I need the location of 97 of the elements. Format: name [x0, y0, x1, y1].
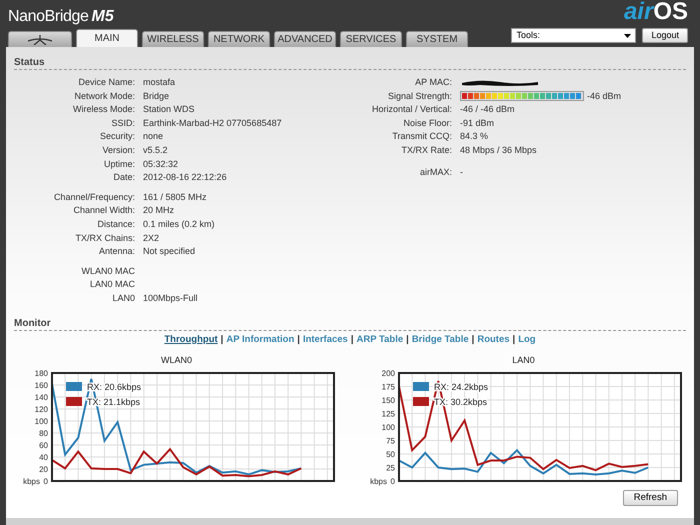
field-label: LAN0: [112, 292, 135, 303]
field-label: Horizontal / Vertical:: [372, 104, 452, 114]
tick-label: 200: [382, 368, 395, 378]
tick-label: 150: [382, 396, 395, 404]
tick-label: 25: [386, 463, 395, 472]
tab[interactable]: NETWORK: [208, 31, 270, 47]
field-label: Security:: [100, 131, 135, 142]
caret-icon: [624, 34, 632, 38]
field-value: none: [143, 130, 164, 144]
refresh-button[interactable]: Refresh: [622, 490, 678, 506]
field-label: WLAN0 MAC: [81, 266, 135, 276]
tick-label: 100: [382, 422, 395, 432]
section-heading: Status: [14, 57, 45, 68]
tab[interactable]: SERVICES: [340, 31, 402, 47]
field-label: AP MAC:: [415, 77, 452, 88]
field-value: 161 / 5805 MHz: [143, 190, 207, 204]
axis-label: kbps: [23, 476, 40, 486]
tab[interactable]: MAIN: [76, 29, 138, 47]
chart-title: WLAN0: [160, 354, 192, 366]
signal-reading: -46 dBm: [587, 90, 622, 103]
field-label: Channel/Frequency:: [54, 192, 135, 202]
logout-button[interactable]: Logout: [642, 28, 688, 43]
field-value: 2012-08-16 22:12:26: [143, 171, 227, 184]
field-value: 84.3 %: [460, 130, 488, 144]
field-label: Wireless Mode:: [72, 104, 135, 114]
tick-label: 0: [390, 476, 395, 486]
field-label: TX/RX Rate:: [401, 145, 452, 156]
tab[interactable]: WIRELESS: [142, 31, 204, 47]
field-value: 2X2: [143, 232, 160, 245]
field-label: Transmit CCQ:: [392, 131, 452, 142]
link-separator: |: [406, 334, 409, 346]
field-value: Not specified: [143, 245, 196, 258]
field-value: mostafa: [143, 76, 176, 90]
tick-label: 20: [39, 464, 48, 474]
field-value: v5.5.2: [143, 144, 168, 158]
field-value: 05:32:32: [143, 158, 178, 171]
field-label: Date:: [113, 172, 135, 182]
field-label: SSID:: [111, 118, 135, 128]
tick-label: 80: [39, 428, 48, 438]
field-label: Signal Strength:: [388, 90, 452, 101]
tick-label: 50: [386, 450, 395, 458]
field-value: Station WDS: [143, 103, 195, 116]
chart-title: LAN0: [512, 354, 535, 366]
tab-link[interactable]: AP Information: [226, 334, 294, 346]
tab[interactable]: SYSTEM: [406, 31, 468, 47]
tick-label: 100: [34, 416, 48, 426]
link-separator: |: [220, 334, 224, 346]
link-separator: |: [512, 334, 516, 346]
tick-label: 40: [39, 452, 48, 462]
field-value: 0.1 miles (0.2 km): [143, 218, 215, 231]
tick-label: 60: [39, 440, 48, 450]
tick-label: 175: [382, 382, 395, 391]
section-heading: Monitor: [14, 318, 51, 328]
field-value: 48 Mbps / 36 Mbps: [460, 144, 537, 158]
field-label: LAN0 MAC: [90, 279, 135, 290]
field-value: -46 / -46 dBm: [460, 103, 515, 116]
dish-tab[interactable]: [8, 31, 72, 47]
field-value: Bridge: [143, 90, 170, 103]
model-name: M5: [92, 7, 114, 27]
tick-label: 160: [34, 380, 48, 390]
tick-label: 125: [382, 409, 395, 418]
field-label: Network Mode:: [74, 90, 135, 101]
field-value: Earthink-Marbad-H2 07705685487: [143, 116, 282, 130]
tick-label: 180: [34, 368, 48, 378]
tab-link[interactable]: Log: [518, 334, 536, 346]
tab[interactable]: ADVANCED: [274, 31, 336, 47]
product-name: NanoBridge: [8, 7, 89, 27]
field-label: Device Name:: [78, 77, 135, 88]
tab-link[interactable]: Throughput: [164, 334, 218, 346]
field-label: Distance:: [97, 218, 135, 229]
link-separator: |: [350, 334, 354, 346]
tools-dropdown[interactable]: Tools:: [511, 28, 636, 43]
field-value: -: [460, 166, 463, 179]
tab-link[interactable]: Interfaces: [302, 334, 348, 346]
logo-suffix: OS: [653, 0, 688, 24]
field-label: airMAX:: [420, 166, 452, 177]
field-label: Antenna:: [98, 246, 135, 256]
field-label: TX/RX Chains:: [75, 232, 135, 243]
dish-icon: [27, 34, 53, 44]
field-value: 20 MHz: [143, 204, 174, 218]
tab-link[interactable]: Bridge Table: [412, 334, 469, 346]
field-label: Uptime:: [104, 158, 135, 169]
field-label: Version:: [102, 145, 135, 156]
tick-label: 0: [44, 476, 48, 486]
field-value: -91 dBm: [460, 116, 494, 130]
link-separator: |: [472, 334, 474, 346]
field-value: 100Mbps-Full: [143, 292, 198, 305]
tick-label: 75: [386, 436, 395, 445]
link-separator: |: [297, 334, 300, 346]
logo-prefix: air: [624, 0, 654, 24]
tab-link[interactable]: Routes: [477, 334, 510, 346]
field-label: Noise Floor:: [403, 118, 452, 128]
tab-link[interactable]: ARP Table: [356, 334, 404, 346]
tick-label: 140: [34, 392, 48, 402]
axis-label: kbps: [370, 476, 387, 486]
tick-label: 120: [34, 404, 48, 414]
field-label: Channel Width:: [73, 205, 135, 216]
